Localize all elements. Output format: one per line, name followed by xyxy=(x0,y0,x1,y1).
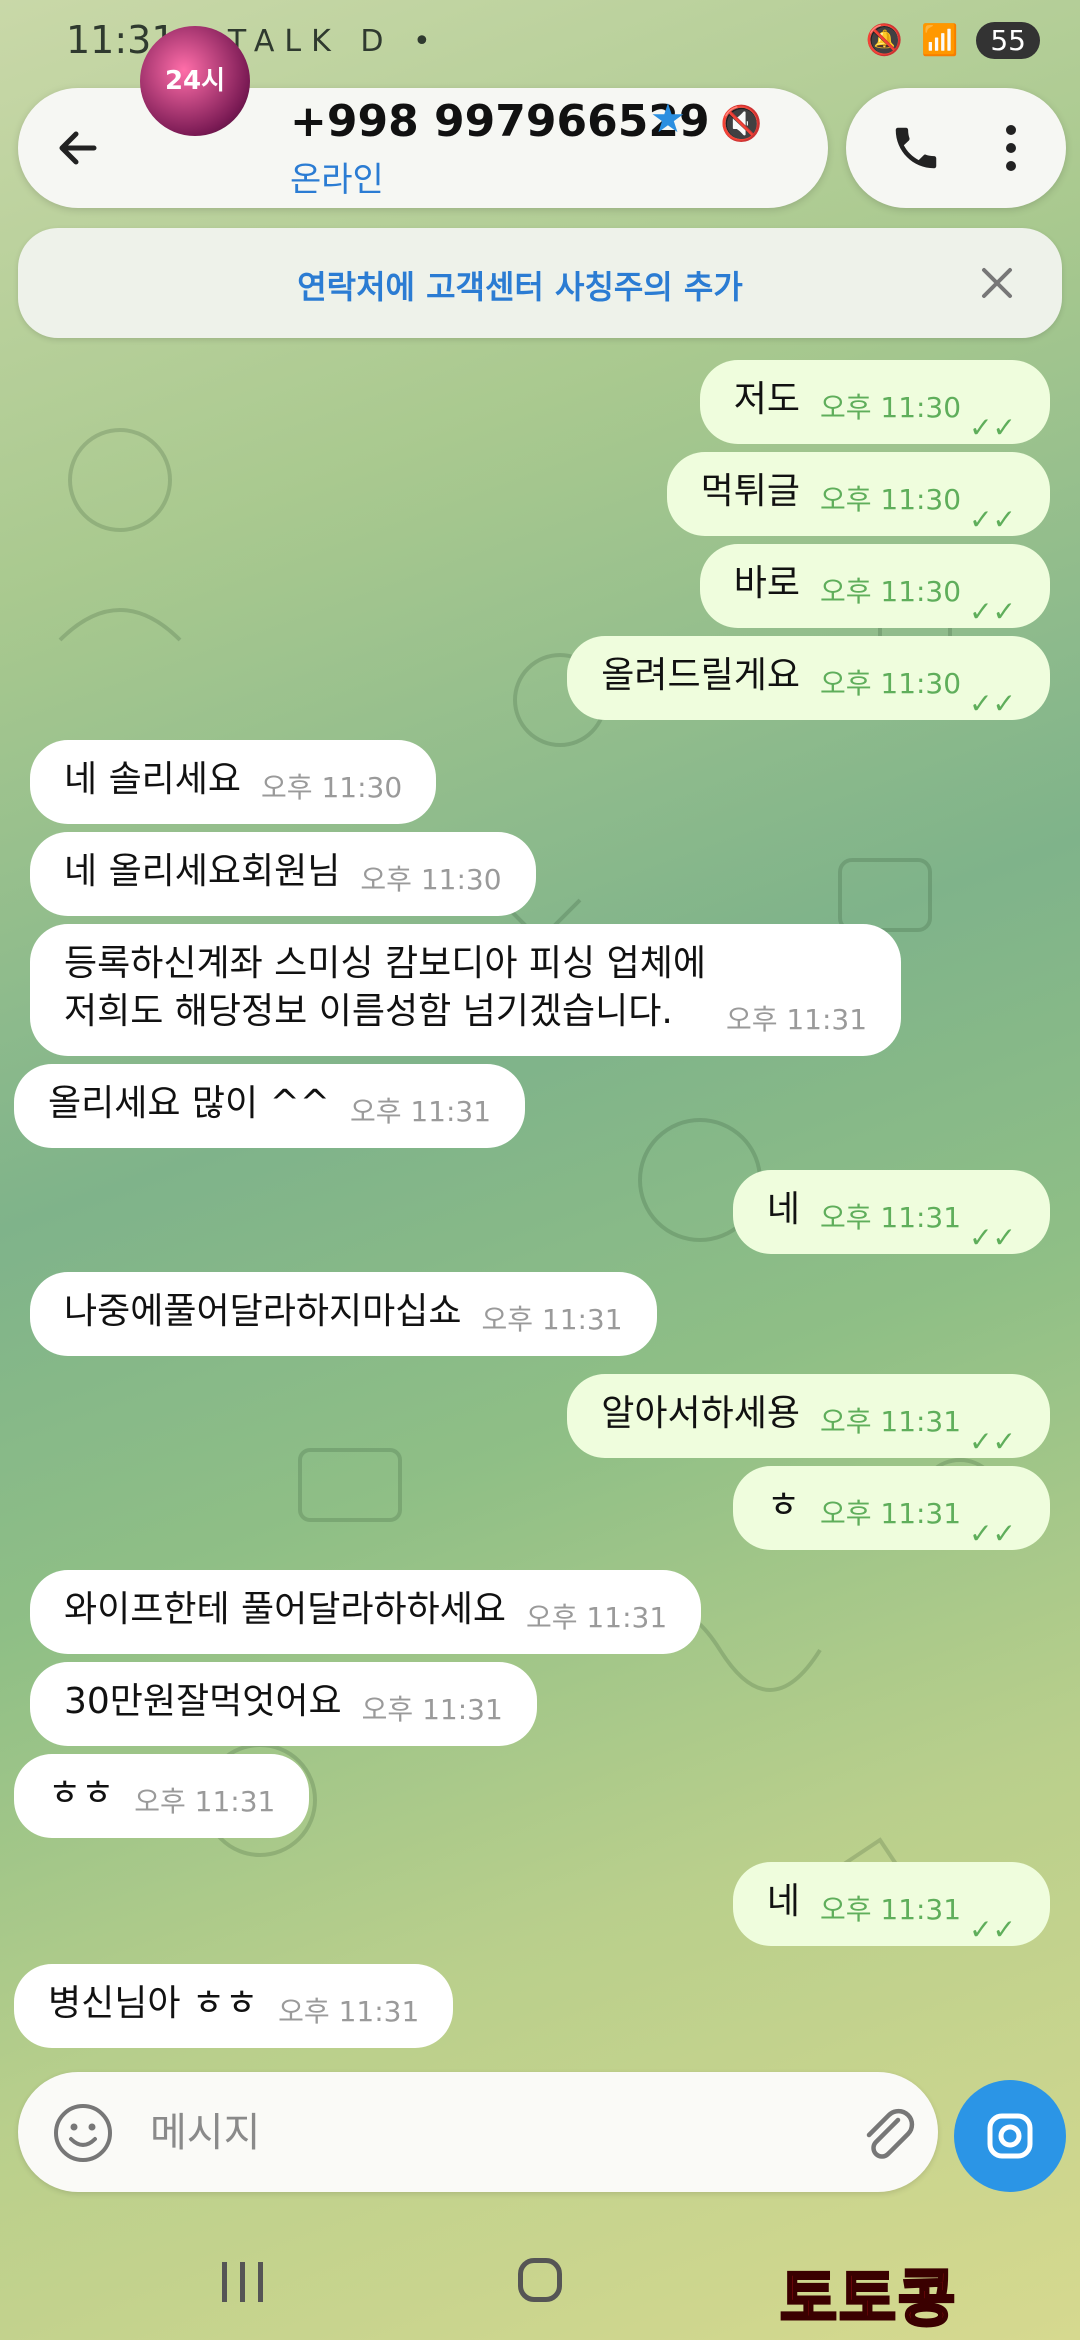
mute-icon: 🔇 xyxy=(720,104,763,144)
message-time: 오후 11:30 xyxy=(819,667,962,700)
message-text: 나중에풀어달라하지마십쇼 xyxy=(64,1291,462,1332)
system-nav-bar: 토토콩 xyxy=(0,2220,1080,2340)
double-check-icon: ✓✓ xyxy=(969,1517,1016,1550)
double-check-icon: ✓✓ xyxy=(969,687,1016,720)
message-text: ㅎㅎ xyxy=(48,1773,115,1814)
close-icon xyxy=(982,268,1012,298)
wifi-icon: 📶 xyxy=(921,23,959,58)
message-text: 올리세요 많이 ^^ xyxy=(48,1083,330,1124)
message-bubble[interactable]: 네 오후 11:31 ✓✓ xyxy=(732,1862,1050,1946)
message-bubble[interactable]: ㅎㅎ 오후 11:31 xyxy=(14,1754,310,1838)
home-button[interactable] xyxy=(518,2258,562,2302)
double-check-icon: ✓✓ xyxy=(969,1425,1016,1458)
arrow-left-icon xyxy=(59,131,97,165)
message-bubble[interactable]: 바로 오후 11:30 ✓✓ xyxy=(699,544,1050,628)
message-time: 오후 11:31 xyxy=(819,1497,962,1530)
message-bubble[interactable]: 먹튀글 오후 11:30 ✓✓ xyxy=(666,452,1050,536)
phone-icon xyxy=(895,127,937,169)
contact-name[interactable]: +998 997966529 xyxy=(290,96,710,147)
message-text: 먹튀글 xyxy=(700,471,800,512)
star-icon: ★ xyxy=(650,96,686,142)
message-bubble[interactable]: 30만원잘먹엇어요 오후 11:31 xyxy=(30,1662,537,1746)
message-time: 오후 11:31 xyxy=(819,1201,962,1234)
back-button[interactable] xyxy=(18,88,138,208)
paperclip-icon[interactable] xyxy=(856,2102,920,2166)
message-bubble[interactable]: 나중에풀어달라하지마십쇼 오후 11:31 xyxy=(30,1272,657,1356)
message-time: 오후 11:31 xyxy=(481,1303,623,1336)
message-text: ㅎ xyxy=(766,1485,800,1526)
double-check-icon: ✓✓ xyxy=(969,595,1016,628)
message-time: 오후 11:31 xyxy=(361,1693,503,1726)
message-time: 오후 11:31 xyxy=(278,1995,420,2028)
battery-indicator: 55 xyxy=(976,22,1040,59)
recents-icon[interactable] xyxy=(218,2260,268,2304)
header-actions xyxy=(846,88,1066,208)
message-time: 오후 11:30 xyxy=(360,863,502,896)
message-bubble[interactable]: 올리세요 많이 ^^ 오후 11:31 xyxy=(14,1064,526,1148)
double-check-icon: ✓✓ xyxy=(969,1221,1016,1254)
message-bubble[interactable]: ㅎ 오후 11:31 ✓✓ xyxy=(732,1466,1050,1550)
double-check-icon: ✓✓ xyxy=(969,1913,1016,1946)
message-text: 네 xyxy=(766,1189,800,1230)
avatar[interactable]: 24시 xyxy=(140,26,250,136)
mute-status-icon: 🔕 xyxy=(865,23,903,58)
message-bubble[interactable]: 올려드릴게요 오후 11:30 ✓✓ xyxy=(567,636,1050,720)
message-bubble[interactable]: 등록하신계좌 스미싱 캄보디아 피싱 업체에 저희도 해당정보 이름성함 넘기겠… xyxy=(30,924,902,1056)
message-text: 등록하신계좌 스미싱 캄보디아 피싱 업체에 저희도 해당정보 이름성함 넘기겠… xyxy=(64,943,706,1032)
message-text: 네 xyxy=(766,1881,800,1922)
message-time: 오후 11:30 xyxy=(819,391,962,424)
double-check-icon: ✓✓ xyxy=(969,503,1016,536)
banner-close-button[interactable] xyxy=(972,258,1022,308)
call-button[interactable] xyxy=(876,108,956,188)
more-menu-button[interactable] xyxy=(976,108,1046,188)
emoji-icon[interactable] xyxy=(52,2102,114,2164)
message-time: 오후 11:31 xyxy=(134,1785,276,1818)
add-contact-banner[interactable]: 연락처에 고객센터 사칭주의 추가 xyxy=(18,228,1062,338)
message-bubble[interactable]: 저도 오후 11:30 ✓✓ xyxy=(699,360,1050,444)
message-time: 오후 11:30 xyxy=(819,575,962,608)
message-composer xyxy=(18,2072,938,2192)
message-time: 오후 11:31 xyxy=(819,1893,962,1926)
watermark: 토토콩 xyxy=(778,2261,958,2337)
message-bubble[interactable]: 네 오후 11:31 ✓✓ xyxy=(732,1170,1050,1254)
avatar-text: 24시 xyxy=(164,66,226,96)
contact-status: 온라인 xyxy=(290,160,384,200)
message-bubble[interactable]: 네 올리세요회원님 오후 11:30 xyxy=(30,832,536,916)
message-text: 30만원잘먹엇어요 xyxy=(64,1681,342,1722)
message-text: 바로 xyxy=(733,563,800,604)
message-text: 올려드릴게요 xyxy=(601,655,800,696)
message-text: 알아서하세용 xyxy=(601,1393,800,1434)
message-time: 오후 11:31 xyxy=(725,1003,868,1036)
more-vertical-icon xyxy=(1006,125,1016,171)
message-bubble[interactable]: 네 솔리세요 오후 11:30 xyxy=(30,740,437,824)
message-text: 와이프한테 풀어달라하하세요 xyxy=(64,1589,507,1630)
message-input[interactable] xyxy=(148,2100,732,2166)
message-time: 오후 11:30 xyxy=(261,771,403,804)
status-right: 🔕 📶 55 xyxy=(866,22,1040,59)
message-bubble[interactable]: 알아서하세용 오후 11:31 ✓✓ xyxy=(567,1374,1050,1458)
message-time: 오후 11:31 xyxy=(349,1095,492,1128)
message-time: 오후 11:31 xyxy=(526,1601,668,1634)
message-text: 저도 xyxy=(733,379,800,420)
message-text: 병신님아 ㅎㅎ xyxy=(48,1983,259,2024)
message-text: 네 솔리세요 xyxy=(64,759,242,800)
camera-button[interactable] xyxy=(954,2080,1066,2192)
message-time: 오후 11:31 xyxy=(819,1405,962,1438)
message-bubble[interactable]: 와이프한테 풀어달라하하세요 오후 11:31 xyxy=(30,1570,702,1654)
add-contact-text[interactable]: 연락처에 고객센터 사칭주의 추가 xyxy=(18,262,942,308)
message-bubble[interactable]: 병신님아 ㅎㅎ 오후 11:31 xyxy=(14,1964,454,2048)
message-time: 오후 11:30 xyxy=(819,483,962,516)
double-check-icon: ✓✓ xyxy=(969,411,1016,444)
camera-icon xyxy=(987,2113,1033,2159)
message-text: 네 올리세요회원님 xyxy=(64,851,341,892)
